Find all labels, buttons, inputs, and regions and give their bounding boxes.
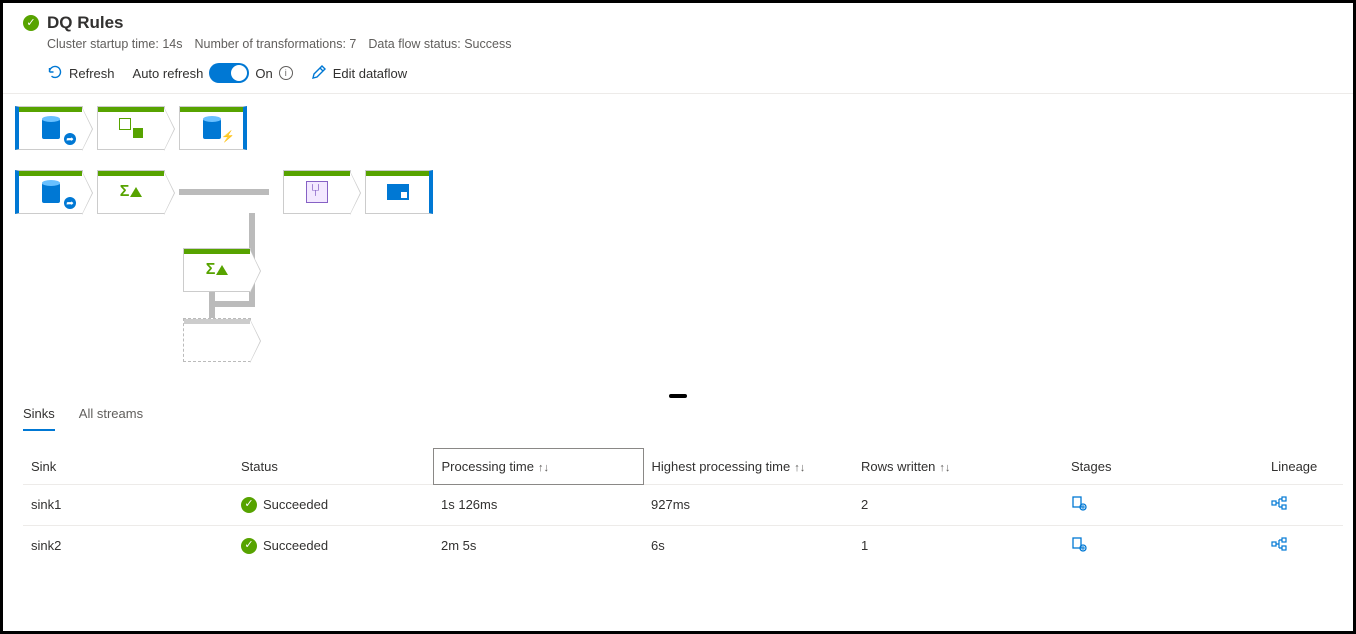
- pencil-icon: [311, 64, 327, 83]
- database-icon: [42, 181, 60, 203]
- flow-node-source-1[interactable]: ➦: [15, 106, 83, 150]
- col-highest-processing[interactable]: Highest processing time↑↓: [643, 449, 853, 485]
- cell-sink: sink1: [23, 484, 233, 525]
- cell-status: ✓ Succeeded: [233, 484, 433, 525]
- flow-node-aggregate-1[interactable]: Σ: [97, 170, 165, 214]
- cell-lineage[interactable]: [1263, 484, 1343, 525]
- cell-status: ✓ Succeeded: [233, 525, 433, 566]
- col-status[interactable]: Status: [233, 449, 433, 485]
- bolt-icon: ⚡: [221, 130, 235, 143]
- arrow-icon: ➦: [64, 197, 76, 209]
- lineage-icon: [1271, 539, 1287, 556]
- tab-sinks[interactable]: Sinks: [23, 398, 55, 431]
- connector: [209, 301, 249, 307]
- cell-lineage[interactable]: [1263, 525, 1343, 566]
- auto-refresh-toggle[interactable]: Auto refresh On i: [133, 63, 293, 83]
- cell-rows: 1: [853, 525, 1063, 566]
- cell-sink: sink2: [23, 525, 233, 566]
- status-success-icon: ✓: [241, 538, 257, 554]
- transform-icon: [119, 118, 143, 138]
- page-title: DQ Rules: [47, 13, 124, 33]
- tab-all-streams[interactable]: All streams: [79, 398, 143, 431]
- flow-node-transform-1[interactable]: [97, 106, 165, 150]
- sort-icon: ↑↓: [538, 462, 549, 474]
- table-row[interactable]: sink1 ✓ Succeeded 1s 126ms 927ms 2: [23, 484, 1343, 525]
- refresh-button[interactable]: Refresh: [47, 64, 115, 83]
- cell-stages[interactable]: [1063, 484, 1263, 525]
- cell-highest: 927ms: [643, 484, 853, 525]
- info-icon[interactable]: i: [279, 66, 293, 80]
- sigma-icon: Σ: [120, 183, 143, 201]
- flow-node-aggregate-2[interactable]: Σ: [183, 248, 251, 292]
- cell-stages[interactable]: [1063, 525, 1263, 566]
- flow-node-sink-1[interactable]: ⚡: [179, 106, 247, 150]
- database-icon: [42, 117, 60, 139]
- flow-node-sink-2[interactable]: [365, 170, 433, 214]
- sinks-table: Sink Status Processing time↑↓ Highest pr…: [23, 448, 1343, 566]
- flow-node-source-2[interactable]: ➦: [15, 170, 83, 214]
- refresh-icon: [47, 64, 63, 83]
- col-processing-time[interactable]: Processing time↑↓: [433, 449, 643, 485]
- connector: [179, 189, 269, 195]
- sink-icon: [387, 184, 409, 200]
- cell-processing: 1s 126ms: [433, 484, 643, 525]
- table-row[interactable]: sink2 ✓ Succeeded 2m 5s 6s 1: [23, 525, 1343, 566]
- col-sink[interactable]: Sink: [23, 449, 233, 485]
- edit-label: Edit dataflow: [333, 66, 407, 81]
- toggle-on-icon: [209, 63, 249, 83]
- stages-icon: [1071, 539, 1087, 556]
- col-stages[interactable]: Stages: [1063, 449, 1263, 485]
- dataflow-canvas[interactable]: ➦ ⚡ ➦ Σ: [3, 94, 1353, 394]
- lineage-icon: [1271, 498, 1287, 515]
- flow-node-empty[interactable]: [183, 318, 251, 362]
- arrow-icon: ➦: [64, 133, 76, 145]
- stages-icon: [1071, 498, 1087, 515]
- cell-processing: 2m 5s: [433, 525, 643, 566]
- refresh-label: Refresh: [69, 66, 115, 81]
- status-success-icon: ✓: [241, 497, 257, 513]
- sort-icon: ↑↓: [939, 462, 950, 474]
- flow-node-split-1[interactable]: [283, 170, 351, 214]
- auto-refresh-state: On: [255, 66, 272, 81]
- col-lineage[interactable]: Lineage: [1263, 449, 1343, 485]
- auto-refresh-label: Auto refresh: [133, 66, 204, 81]
- cell-highest: 6s: [643, 525, 853, 566]
- status-summary: Cluster startup time: 14s Number of tran…: [47, 37, 1333, 51]
- split-icon: [306, 181, 328, 203]
- status-success-icon: ✓: [23, 15, 39, 31]
- database-icon: [203, 117, 221, 139]
- sigma-icon: Σ: [206, 261, 229, 279]
- col-rows-written[interactable]: Rows written↑↓: [853, 449, 1063, 485]
- sort-icon: ↑↓: [794, 462, 805, 474]
- cell-rows: 2: [853, 484, 1063, 525]
- edit-dataflow-button[interactable]: Edit dataflow: [311, 64, 407, 83]
